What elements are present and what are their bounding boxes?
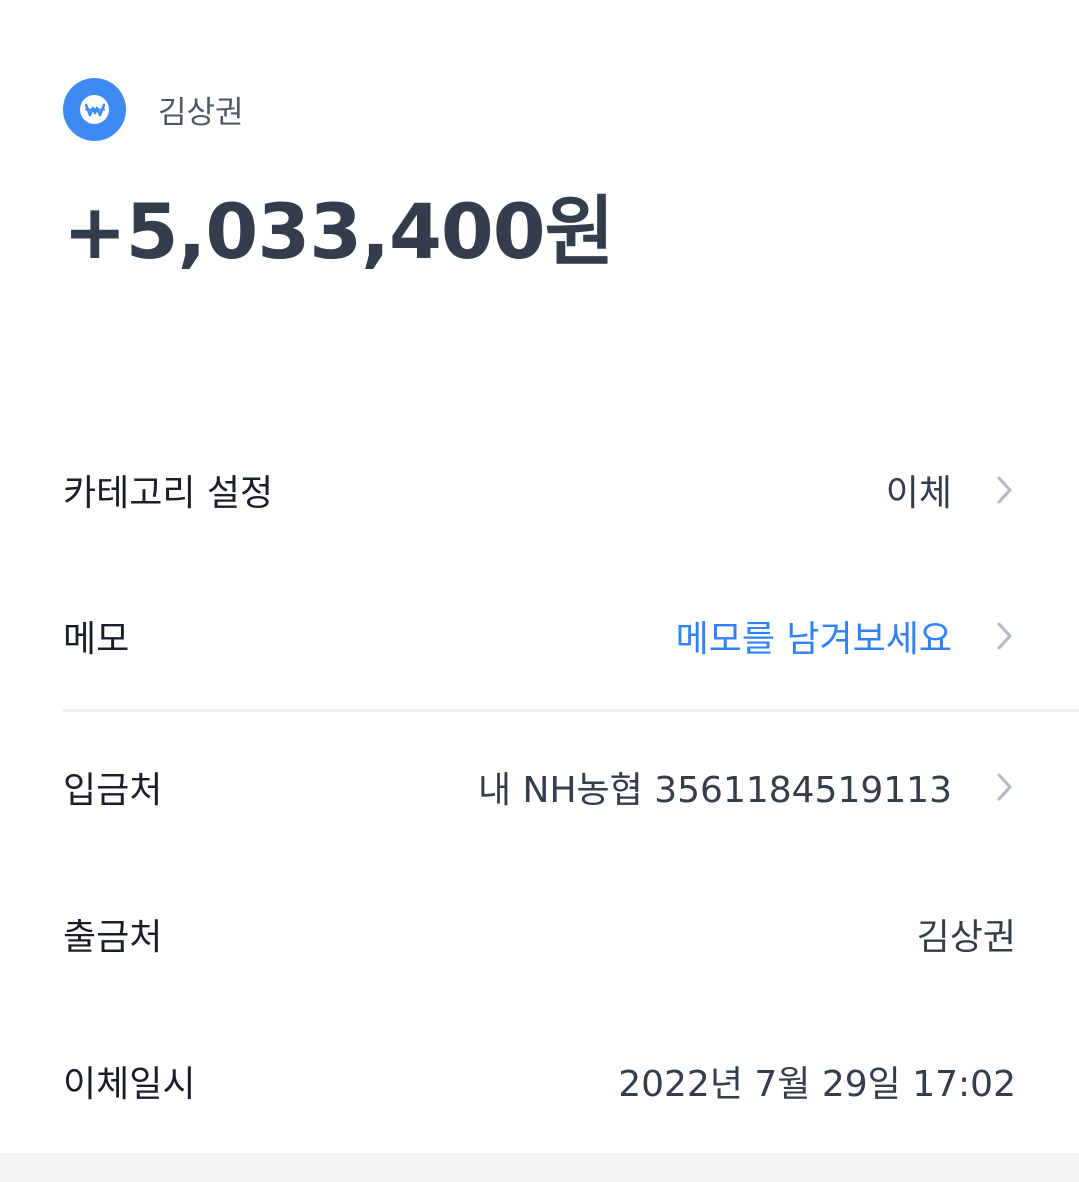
transaction-amount: +5,033,400원 — [63, 187, 615, 276]
transfer-datetime-label: 이체일시 — [63, 1064, 196, 1105]
deposit-account-row[interactable]: 입금처 내 NH농협 3561184519113 — [63, 757, 1016, 817]
withdraw-source-value: 김상권 — [916, 917, 1016, 958]
transaction-header: 김상권 — [63, 78, 244, 141]
memo-row[interactable]: 메모 메모를 남겨보세요 — [63, 606, 1016, 666]
memo-placeholder[interactable]: 메모를 남겨보세요 — [676, 610, 952, 662]
bottom-section-band — [0, 1153, 1079, 1182]
deposit-label: 입금처 — [63, 770, 163, 811]
category-value: 이체 — [885, 473, 952, 514]
section-divider — [63, 709, 1079, 712]
transfer-datetime-row: 이체일시 2022년 7월 29일 17:02 — [63, 1051, 1016, 1111]
category-row[interactable]: 카테고리 설정 이체 — [63, 460, 1016, 520]
transaction-detail-screen: 김상권 +5,033,400원 카테고리 설정 이체 메모 메모를 남겨보세요 … — [0, 0, 1079, 1182]
chevron-right-icon — [994, 473, 1016, 507]
chevron-right-icon — [994, 770, 1016, 804]
deposit-account-value: 내 NH농협 3561184519113 — [477, 770, 952, 811]
withdraw-label: 출금처 — [63, 917, 163, 958]
sender-name: 김상권 — [158, 95, 244, 131]
memo-label: 메모 — [63, 619, 130, 660]
won-coin-icon — [63, 78, 126, 141]
withdraw-source-row: 출금처 김상권 — [63, 904, 1016, 964]
transfer-datetime-value: 2022년 7월 29일 17:02 — [618, 1064, 1016, 1105]
chevron-right-icon — [994, 619, 1016, 653]
category-label: 카테고리 설정 — [63, 473, 274, 514]
